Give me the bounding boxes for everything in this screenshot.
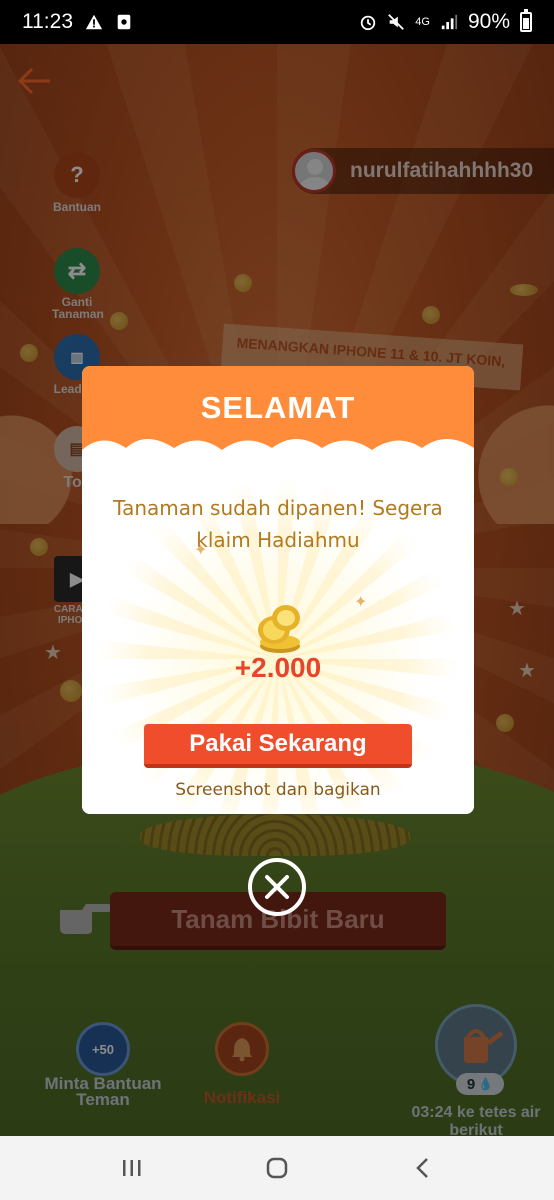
screenshot-share-link[interactable]: Screenshot dan bagikan	[82, 780, 474, 800]
home-button[interactable]	[257, 1148, 297, 1188]
mute-icon	[388, 14, 405, 30]
modal-header: SELAMAT	[82, 366, 474, 478]
modal-title: SELAMAT	[200, 390, 356, 425]
reward-amount: +2.000	[234, 652, 322, 683]
alarm-icon	[361, 15, 376, 31]
sparkle-icon: ✦	[354, 594, 368, 611]
signal-icon	[441, 14, 458, 30]
status-time: 11:23	[22, 10, 73, 33]
screenshot-icon	[117, 14, 131, 30]
back-button[interactable]	[402, 1148, 442, 1188]
battery-percent: 90%	[467, 10, 510, 33]
system-nav-bar	[0, 1136, 554, 1200]
home-icon	[266, 1157, 288, 1179]
sparkle-icon: ✦	[194, 542, 208, 559]
status-bar: 11:23 4G 90%	[0, 0, 554, 44]
warning-icon	[85, 14, 103, 30]
use-now-label: Pakai Sekarang	[189, 730, 367, 757]
battery-icon	[520, 9, 532, 32]
gold-coins-icon	[258, 605, 300, 653]
recent-apps-button[interactable]	[112, 1148, 152, 1188]
close-modal-button[interactable]	[248, 858, 306, 916]
network-label: 4G	[415, 16, 430, 28]
modal-body: Tanaman sudah dipanen! Segera klaim Hadi…	[82, 462, 474, 814]
congratulations-modal: SELAMAT Tanaman sudah dipanen! Segera kl…	[82, 366, 474, 814]
harvest-message: Tanaman sudah dipanen! Segera klaim Hadi…	[113, 496, 443, 552]
close-icon	[265, 875, 289, 899]
use-now-button[interactable]: Pakai Sekarang	[144, 724, 412, 768]
recent-apps-icon	[123, 1160, 141, 1176]
back-icon	[415, 1158, 428, 1178]
